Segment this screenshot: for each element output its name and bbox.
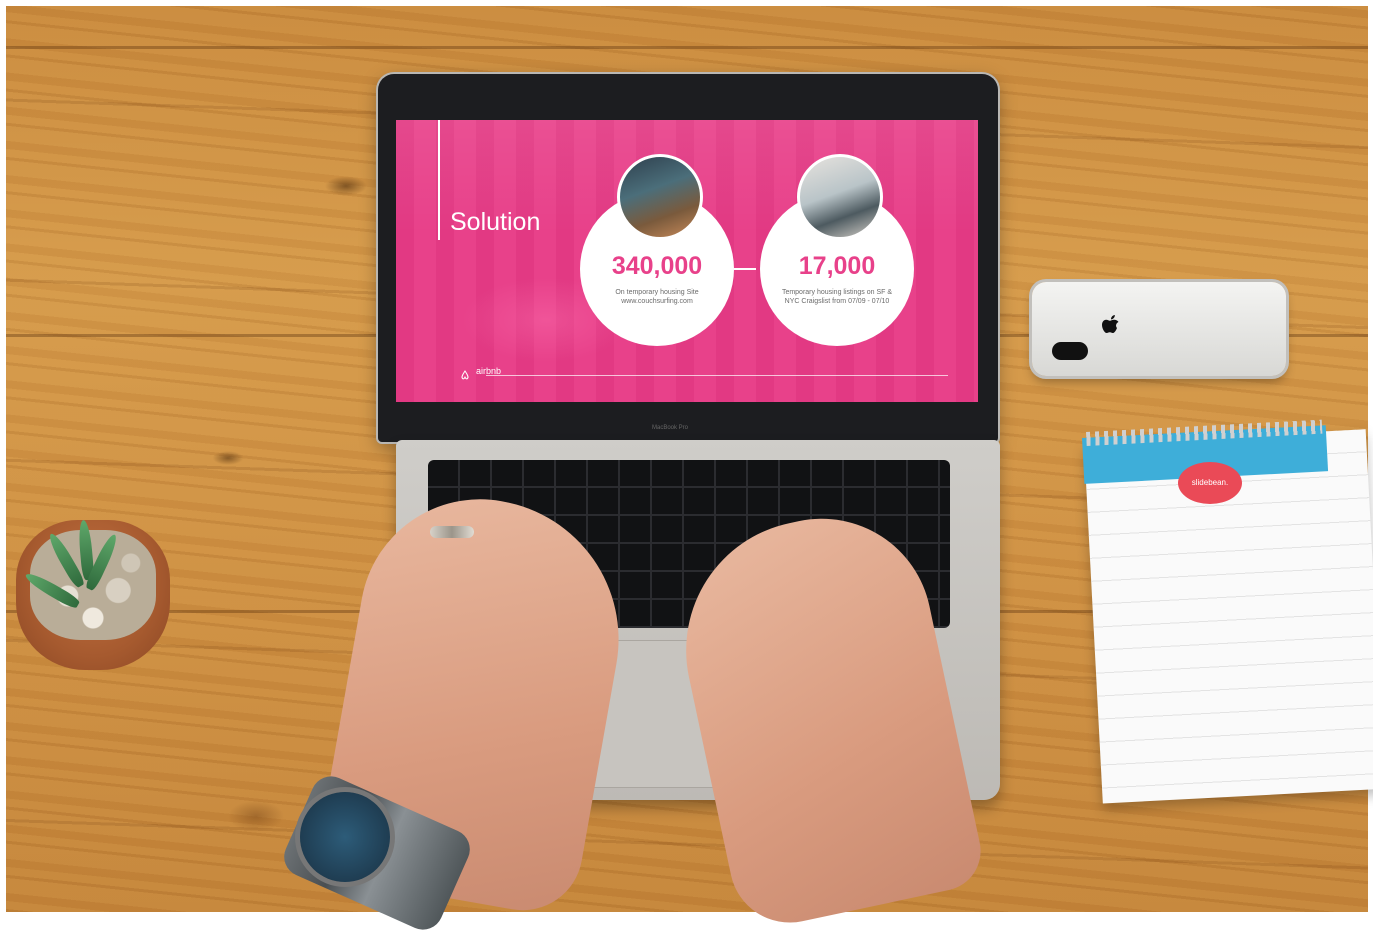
stat-description-1: On temporary housing Site www.couchsurfi… [615,289,699,305]
stat-photo-1 [617,154,703,240]
stat-photo-2 [797,154,883,240]
stat-value-2: 17,000 [798,252,876,280]
stat-description-2: Temporary housing listings on SF & NYC C… [781,289,893,305]
finger-ring [430,526,474,538]
smartphone [1032,282,1286,376]
stat-connector [734,268,756,270]
wristwatch-face [300,792,390,882]
stat-value-1: 340,000 [611,252,703,280]
stat-circle-1: 340,000 On temporary housing Site www.co… [580,154,734,346]
slide-title: Solution [450,208,541,236]
plank-seam [6,46,1368,49]
phone-camera [1052,342,1088,360]
slide-bottom-rule [486,375,948,376]
slide-brand: airbnb [476,366,502,376]
slide-vertical-line [438,120,440,240]
notepad-badge: slidebean. [1178,462,1242,504]
laptop-screen: Solution 340,000 On temporary housing Si… [396,120,978,402]
laptop-model-label: MacBook Pro [652,425,689,431]
apple-logo-icon [1102,314,1122,342]
airbnb-logo-icon [460,367,470,380]
stat-circle-2: 17,000 Temporary housing listings on SF … [760,154,914,346]
